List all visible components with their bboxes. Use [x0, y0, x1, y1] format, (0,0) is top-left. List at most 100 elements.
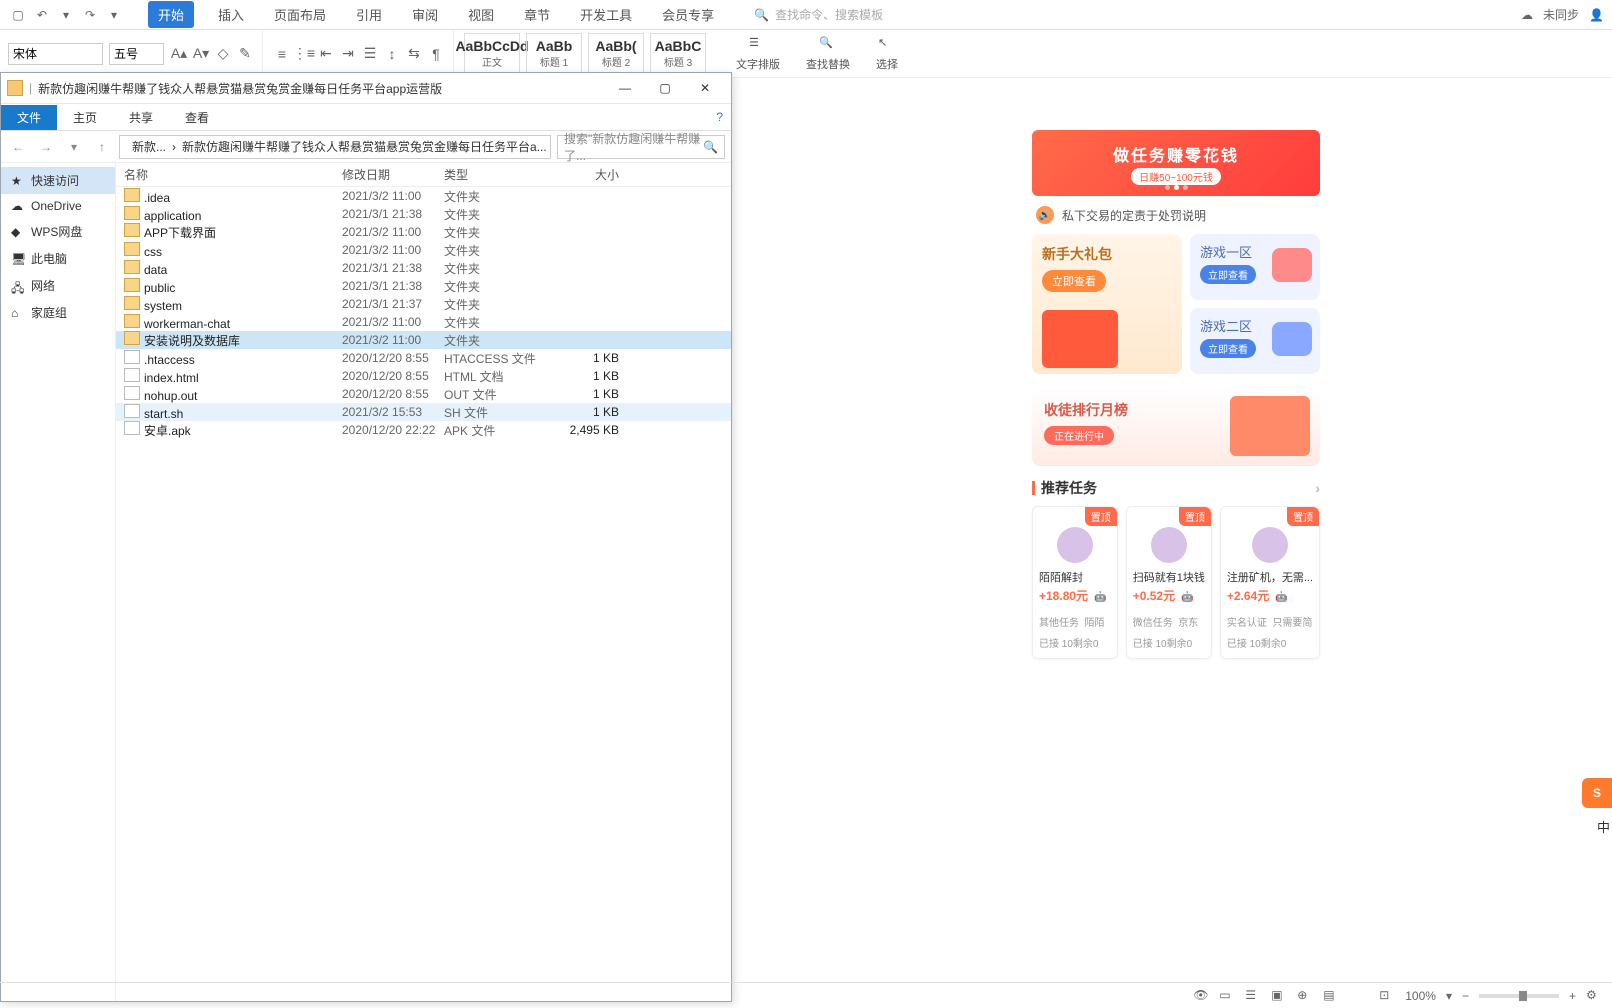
- col-name-header[interactable]: 名称: [124, 166, 342, 183]
- file-row[interactable]: application2021/3/1 21:38文件夹: [116, 205, 731, 223]
- task-card[interactable]: 置顶 陌陌解封 +18.80元🤖 其他任务 陌陌 已接 10剩余0: [1032, 506, 1118, 659]
- sidebar-wps[interactable]: ◆WPS网盘: [1, 218, 115, 245]
- explorer-tab-home[interactable]: 主页: [57, 105, 113, 130]
- text-layout-button[interactable]: ☰文字排版: [726, 36, 790, 72]
- bullet-list-icon[interactable]: ≡: [273, 45, 291, 63]
- explorer-tab-share[interactable]: 共享: [113, 105, 169, 130]
- task-card[interactable]: 置顶 扫码就有1块钱 +0.52元🤖 微信任务 京东 已接 10剩余0: [1126, 506, 1212, 659]
- paragraph-icon[interactable]: ¶: [427, 45, 445, 63]
- file-row[interactable]: index.html2020/12/20 8:55HTML 文档1 KB: [116, 367, 731, 385]
- explorer-tab-file[interactable]: 文件: [1, 105, 57, 130]
- forward-button[interactable]: →: [35, 136, 57, 158]
- new-doc-icon[interactable]: ▢: [8, 5, 28, 25]
- undo-icon[interactable]: ↶: [32, 5, 52, 25]
- view-print-icon[interactable]: ▭: [1219, 988, 1235, 1004]
- zoom-out-button[interactable]: −: [1462, 989, 1469, 1003]
- up-button[interactable]: ↑: [91, 136, 113, 158]
- file-row[interactable]: public2021/3/1 21:38文件夹: [116, 277, 731, 295]
- sidebar-onedrive[interactable]: ☁OneDrive: [1, 194, 115, 218]
- style-h2[interactable]: AaBb(标题 2: [588, 33, 644, 75]
- redo-drop-icon[interactable]: ▾: [104, 5, 124, 25]
- explorer-titlebar[interactable]: | 新款仿趣闲赚牛帮赚了钱众人帮悬赏猫悬赏兔赏金赚每日任务平台app运营版 — …: [1, 73, 731, 103]
- file-row[interactable]: 安装说明及数据库2021/3/2 11:00文件夹: [116, 331, 731, 349]
- number-list-icon[interactable]: ⋮≡: [295, 45, 313, 63]
- gift-view-button[interactable]: 立即查看: [1042, 270, 1106, 292]
- tab-reference[interactable]: 引用: [350, 1, 388, 28]
- file-row[interactable]: 安卓.apk2020/12/20 22:22APK 文件2,495 KB: [116, 421, 731, 439]
- sidebar-this-pc[interactable]: 🖥此电脑: [1, 245, 115, 272]
- maximize-button[interactable]: ▢: [645, 74, 685, 102]
- address-bar[interactable]: 新款... › 新款仿趣闲赚牛帮赚了钱众人帮悬赏猫悬赏兔赏金赚每日任务平台a..…: [119, 135, 551, 159]
- view-draft-icon[interactable]: ▤: [1323, 988, 1339, 1004]
- file-row[interactable]: data2021/3/1 21:38文件夹: [116, 259, 731, 277]
- col-size-header[interactable]: 大小: [559, 166, 629, 183]
- tab-review[interactable]: 审阅: [406, 1, 444, 28]
- tab-insert[interactable]: 插入: [212, 1, 250, 28]
- file-row[interactable]: .htaccess2020/12/20 8:55HTACCESS 文件1 KB: [116, 349, 731, 367]
- minimize-button[interactable]: —: [605, 74, 645, 102]
- view-outline-icon[interactable]: ☰: [1245, 988, 1261, 1004]
- col-date-header[interactable]: 修改日期: [342, 166, 444, 183]
- zoom-in-button[interactable]: +: [1569, 989, 1576, 1003]
- style-h3[interactable]: AaBbC标题 3: [650, 33, 706, 75]
- zone2-button[interactable]: 立即查看: [1200, 339, 1256, 358]
- file-row[interactable]: system2021/3/1 21:37文件夹: [116, 295, 731, 313]
- ranking-card[interactable]: 收徒排行月榜 正在进行中: [1032, 388, 1320, 466]
- undo-drop-icon[interactable]: ▾: [56, 5, 76, 25]
- file-row[interactable]: .idea2021/3/2 11:00文件夹: [116, 187, 731, 205]
- fit-width-icon[interactable]: ⊡: [1379, 988, 1395, 1004]
- font-name-select[interactable]: [8, 43, 103, 65]
- close-button[interactable]: ✕: [685, 74, 725, 102]
- zoom-drop-icon[interactable]: ▾: [1446, 989, 1452, 1003]
- file-row[interactable]: start.sh2021/3/2 15:53SH 文件1 KB: [116, 403, 731, 421]
- font-decrease-icon[interactable]: A▾: [192, 45, 210, 63]
- settings-icon[interactable]: ⚙: [1586, 988, 1602, 1004]
- file-row[interactable]: nohup.out2020/12/20 8:55OUT 文件1 KB: [116, 385, 731, 403]
- sidebar-quick-access[interactable]: ★快速访问: [1, 167, 115, 194]
- zoom-value[interactable]: 100%: [1405, 989, 1436, 1003]
- explorer-tab-view[interactable]: 查看: [169, 105, 225, 130]
- align-toggle-icon[interactable]: ⇆: [405, 45, 423, 63]
- help-icon[interactable]: ?: [716, 110, 723, 124]
- tab-start[interactable]: 开始: [148, 1, 194, 28]
- font-size-select[interactable]: [109, 43, 164, 65]
- history-drop-icon[interactable]: ▾: [63, 136, 85, 158]
- sidebar-network[interactable]: 🖧网络: [1, 272, 115, 299]
- file-row[interactable]: workerman-chat2021/3/2 11:00文件夹: [116, 313, 731, 331]
- line-spacing-icon[interactable]: ↕: [383, 45, 401, 63]
- view-web-icon[interactable]: ⊕: [1297, 988, 1313, 1004]
- tab-devtools[interactable]: 开发工具: [574, 1, 638, 28]
- tab-section[interactable]: 章节: [518, 1, 556, 28]
- font-increase-icon[interactable]: A▴: [170, 45, 188, 63]
- select-button[interactable]: ↖选择: [866, 36, 908, 72]
- sogou-ime-badge[interactable]: S: [1582, 778, 1612, 808]
- cloud-sync-icon[interactable]: ☁: [1521, 8, 1533, 22]
- sidebar-homegroup[interactable]: ⌂家庭组: [1, 299, 115, 326]
- style-normal[interactable]: AaBbCcDd正文: [464, 33, 520, 75]
- style-h1[interactable]: AaBb标题 1: [526, 33, 582, 75]
- game-zone-2-card[interactable]: 游戏二区 立即查看: [1190, 308, 1320, 374]
- tab-member[interactable]: 会员专享: [656, 1, 720, 28]
- command-search[interactable]: 🔍 查找命令、搜索模板: [754, 6, 883, 23]
- game-zone-1-card[interactable]: 游戏一区 立即查看: [1190, 234, 1320, 300]
- format-painter-icon[interactable]: ✎: [236, 45, 254, 63]
- tab-view[interactable]: 视图: [462, 1, 500, 28]
- task-card[interactable]: 置顶 注册矿机，无需... +2.64元🤖 实名认证 只需要简 已接 10剩余0: [1220, 506, 1320, 659]
- explorer-search[interactable]: 搜索"新款仿趣闲赚牛帮赚了... 🔍: [557, 135, 725, 159]
- clear-format-icon[interactable]: ◇: [214, 45, 232, 63]
- find-replace-button[interactable]: 🔍查找替换: [796, 36, 860, 72]
- user-icon[interactable]: 👤: [1589, 8, 1604, 22]
- indent-dec-icon[interactable]: ⇤: [317, 45, 335, 63]
- col-type-header[interactable]: 类型: [444, 166, 559, 183]
- back-button[interactable]: ←: [7, 136, 29, 158]
- breadcrumb-part[interactable]: 新款...: [132, 138, 166, 155]
- tab-layout[interactable]: 页面布局: [268, 1, 332, 28]
- more-icon[interactable]: ›: [1315, 480, 1320, 496]
- zoom-slider[interactable]: [1479, 994, 1559, 998]
- zone1-button[interactable]: 立即查看: [1200, 265, 1256, 284]
- file-row[interactable]: APP下载界面2021/3/2 11:00文件夹: [116, 223, 731, 241]
- notice-bar[interactable]: 🔊 私下交易的定责于处罚说明: [1032, 196, 1320, 234]
- redo-icon[interactable]: ↷: [80, 5, 100, 25]
- sort-icon[interactable]: ☰: [361, 45, 379, 63]
- breadcrumb-part[interactable]: 新款仿趣闲赚牛帮赚了钱众人帮悬赏猫悬赏兔赏金赚每日任务平台a...: [182, 138, 547, 155]
